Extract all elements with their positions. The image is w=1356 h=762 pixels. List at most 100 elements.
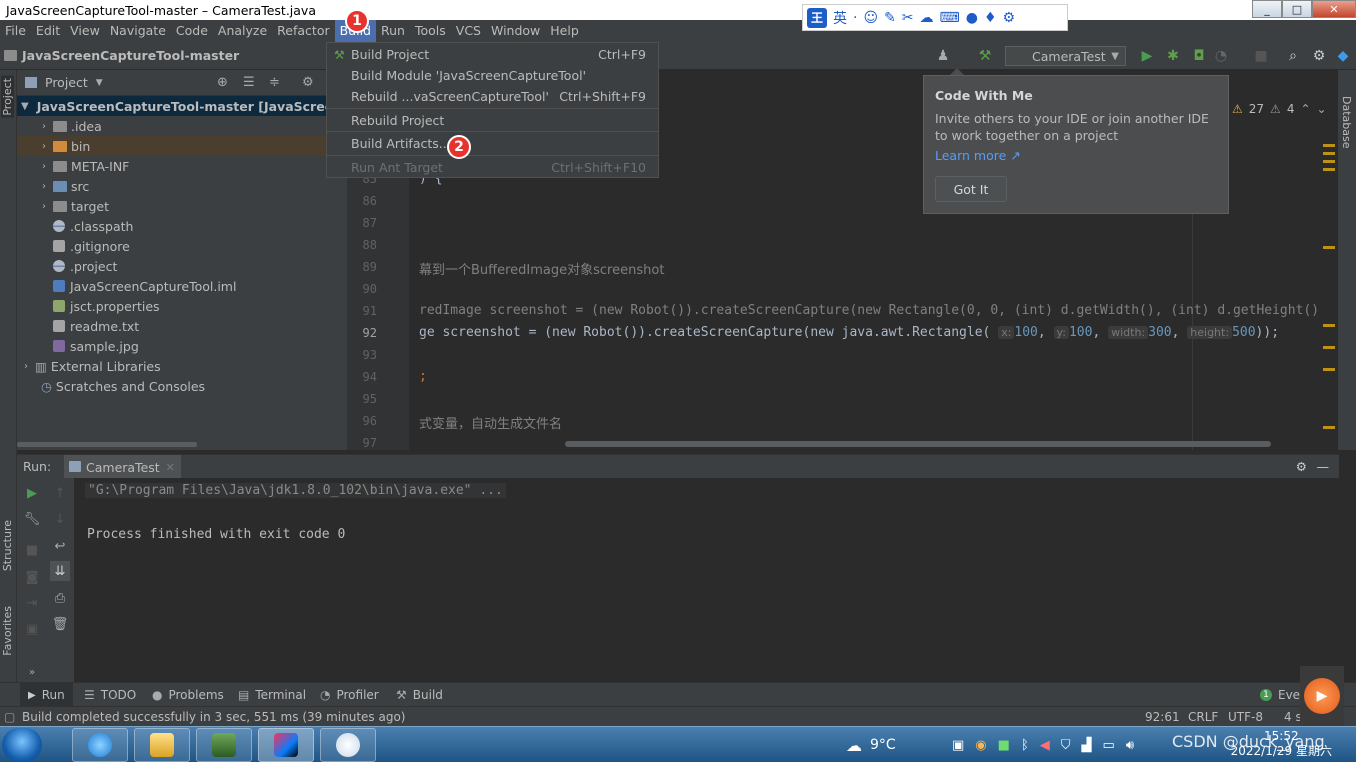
coverage-icon[interactable]: ◘ bbox=[1190, 47, 1208, 65]
exit-icon[interactable]: ⇥ bbox=[24, 595, 40, 611]
tree-item-bin[interactable]: › bin bbox=[17, 136, 347, 156]
scroll-to-end-icon[interactable]: ⇊ bbox=[50, 561, 70, 581]
scroll-down-icon[interactable]: ↓ bbox=[52, 511, 68, 527]
tool-tab-build[interactable]: ⚒ Build bbox=[396, 683, 443, 707]
menu-help[interactable]: Help bbox=[545, 20, 584, 42]
tab-project[interactable]: Project bbox=[1, 76, 14, 118]
line-separator[interactable]: CRLF bbox=[1188, 710, 1218, 724]
trash-icon[interactable]: 🗑︎ bbox=[52, 616, 69, 632]
tray-app-icon[interactable]: ◀ bbox=[1040, 738, 1050, 753]
close-tab-icon[interactable]: ✕ bbox=[166, 461, 175, 474]
horizontal-scrollbar[interactable] bbox=[17, 442, 197, 447]
editor-horizontal-scrollbar[interactable] bbox=[565, 441, 1271, 447]
screen-recorder-widget[interactable]: ▶ bbox=[1300, 666, 1344, 726]
wrench-icon[interactable]: 🔧︎ bbox=[24, 511, 41, 527]
gear-icon[interactable]: ⚙ bbox=[302, 75, 314, 90]
ime-pen-icon[interactable]: ✎ bbox=[884, 10, 896, 26]
ime-cloud-icon[interactable]: ☁ bbox=[920, 10, 934, 26]
menu-tools[interactable]: Tools bbox=[410, 20, 451, 42]
learn-more-link[interactable]: Learn more ↗ bbox=[935, 148, 1217, 163]
network-icon[interactable]: ▟ bbox=[1082, 738, 1092, 753]
tree-item-sample[interactable]: sample.jpg bbox=[17, 336, 347, 356]
menu-file[interactable]: File bbox=[0, 20, 31, 42]
run-config-selector[interactable]: CameraTest ▼ bbox=[1005, 46, 1126, 66]
chevron-right-icon[interactable]: › bbox=[39, 181, 49, 192]
ime-emoji-icon[interactable]: ☺ bbox=[863, 10, 878, 26]
user-icon[interactable]: ♟ bbox=[934, 47, 952, 65]
tree-item-properties[interactable]: jsct.properties bbox=[17, 296, 347, 316]
tree-item-external-libraries[interactable]: › ▥ External Libraries bbox=[17, 356, 347, 376]
settings-gear-icon[interactable]: ⚙ bbox=[1310, 47, 1328, 65]
tree-item-meta-inf[interactable]: › META-INF bbox=[17, 156, 347, 176]
menu-item-rebuild-project[interactable]: Rebuild Project bbox=[327, 109, 658, 131]
run-console[interactable]: "G:\Program Files\Java\jdk1.8.0_102\bin\… bbox=[74, 478, 1339, 682]
chevron-down-icon[interactable]: ▼ bbox=[96, 78, 103, 88]
warning-marker[interactable] bbox=[1323, 426, 1335, 429]
warning-marker[interactable] bbox=[1323, 152, 1335, 155]
taskbar-explorer[interactable] bbox=[134, 728, 190, 762]
monitor-tray-icon[interactable]: ■ bbox=[998, 738, 1010, 753]
ime-punct-icon[interactable]: · bbox=[853, 10, 857, 26]
soft-wrap-icon[interactable]: ↩ bbox=[52, 538, 68, 554]
tool-tab-run[interactable]: ▶ Run bbox=[20, 683, 73, 707]
menu-item-build-artifacts[interactable]: Build Artifacts... bbox=[327, 132, 658, 154]
chevron-down-icon[interactable]: ▼ bbox=[21, 101, 29, 112]
run-tab-cameratest[interactable]: CameraTest ✕ bbox=[64, 455, 181, 479]
warning-marker[interactable] bbox=[1323, 168, 1335, 171]
warning-marker[interactable] bbox=[1323, 144, 1335, 147]
menu-code[interactable]: Code bbox=[171, 20, 213, 42]
more-icon[interactable]: » bbox=[24, 664, 40, 680]
menu-vcs[interactable]: VCS bbox=[451, 20, 486, 42]
tree-item-target[interactable]: › target bbox=[17, 196, 347, 216]
ime-scissors-icon[interactable]: ✂ bbox=[902, 10, 914, 26]
tab-favorites[interactable]: Favorites bbox=[1, 606, 14, 656]
stop-icon[interactable]: ■ bbox=[1252, 47, 1270, 65]
tree-item-scratches[interactable]: ◷ Scratches and Consoles bbox=[17, 376, 347, 396]
ime-logo[interactable]: 王 bbox=[807, 7, 827, 28]
tab-structure[interactable]: Structure bbox=[1, 520, 14, 571]
menu-item-rebuild-module[interactable]: Rebuild ...vaScreenCaptureTool' Ctrl+Shi… bbox=[327, 85, 658, 107]
tray-misc-icon[interactable]: ▭ bbox=[1103, 738, 1115, 753]
menu-analyze[interactable]: Analyze bbox=[213, 20, 272, 42]
warning-marker[interactable] bbox=[1323, 346, 1335, 349]
build-hammer-icon[interactable]: ⚒ bbox=[976, 47, 994, 65]
tool-tab-profiler[interactable]: ◔ Profiler bbox=[320, 683, 379, 707]
ime-keyboard-icon[interactable]: ⌨ bbox=[940, 10, 960, 26]
tree-item-iml[interactable]: JavaScreenCaptureTool.iml bbox=[17, 276, 347, 296]
minimize-panel-icon[interactable]: — bbox=[1317, 459, 1330, 474]
restore-layout-icon[interactable]: ▣ bbox=[24, 621, 40, 637]
expand-all-icon[interactable]: ☰ bbox=[243, 75, 255, 90]
ime-language-toggle[interactable]: 英 bbox=[833, 8, 847, 28]
ide-logo-icon[interactable]: ◆ bbox=[1334, 47, 1352, 65]
volume-icon[interactable]: 🔊︎ bbox=[1126, 738, 1134, 753]
tree-item-project-file[interactable]: .project bbox=[17, 256, 347, 276]
weather-widget[interactable]: ☁ 9°C bbox=[846, 727, 896, 762]
maximize-button[interactable]: □ bbox=[1282, 0, 1312, 18]
tab-database[interactable]: Database bbox=[1340, 96, 1353, 149]
menu-edit[interactable]: Edit bbox=[31, 20, 65, 42]
tree-item-readme[interactable]: readme.txt bbox=[17, 316, 347, 336]
menu-view[interactable]: View bbox=[65, 20, 105, 42]
menu-run[interactable]: Run bbox=[376, 20, 410, 42]
stop-icon[interactable]: ■ bbox=[24, 542, 40, 558]
taskbar-monitor[interactable] bbox=[196, 728, 252, 762]
taskbar-ie[interactable] bbox=[72, 728, 128, 762]
ime-gear-icon[interactable]: ⚙ bbox=[1003, 10, 1016, 26]
status-message[interactable]: Build completed successfully in 3 sec, 5… bbox=[22, 710, 405, 724]
warning-marker[interactable] bbox=[1323, 324, 1335, 327]
chevron-down-icon[interactable]: ⌄ bbox=[1317, 102, 1327, 116]
search-icon[interactable]: ⌕ bbox=[1284, 47, 1302, 65]
warning-marker[interactable] bbox=[1323, 246, 1335, 249]
chevron-right-icon[interactable]: › bbox=[39, 141, 49, 152]
tree-item-classpath[interactable]: .classpath bbox=[17, 216, 347, 236]
chevron-right-icon[interactable]: › bbox=[39, 121, 49, 132]
warning-marker[interactable] bbox=[1323, 160, 1335, 163]
ime-shirt-icon[interactable]: ♦ bbox=[984, 10, 997, 26]
chevron-right-icon[interactable]: › bbox=[39, 201, 49, 212]
locate-icon[interactable]: ⊕ bbox=[217, 75, 228, 90]
inspection-widget[interactable]: ⚠ 27 ⚠ 4 ⌃ ⌄ bbox=[1232, 102, 1327, 116]
caret-position[interactable]: 92:61 bbox=[1145, 710, 1180, 724]
tool-tab-problems[interactable]: ● Problems bbox=[152, 683, 224, 707]
file-encoding[interactable]: UTF-8 bbox=[1228, 710, 1263, 724]
menu-navigate[interactable]: Navigate bbox=[105, 20, 171, 42]
